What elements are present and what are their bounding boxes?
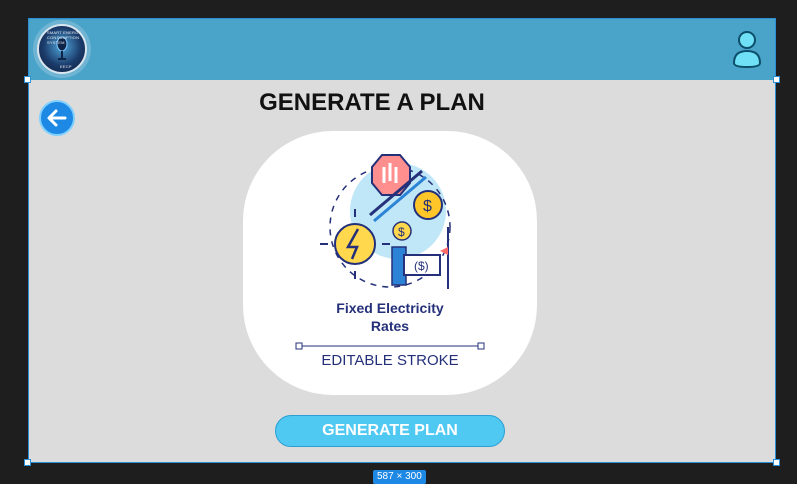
user-icon (732, 31, 762, 69)
svg-text:$: $ (423, 198, 432, 215)
svg-text:$: $ (398, 225, 405, 239)
app-frame: SMART ENERGY CONSUMPTION SYSTEM EECP GEN… (28, 18, 776, 463)
card-caption-line2: Rates (370, 318, 410, 334)
editable-stroke-line (295, 342, 485, 350)
card-caption-line1: Fixed Electricity (336, 300, 444, 316)
fixed-electricity-rates-icon: $ $ ($) (320, 154, 451, 289)
app-logo[interactable]: SMART ENERGY CONSUMPTION SYSTEM EECP (33, 20, 91, 78)
resize-handle-bottom-left[interactable] (24, 459, 31, 466)
svg-text:($): ($) (414, 259, 429, 273)
card-footer: EDITABLE STROKE (321, 352, 459, 369)
plan-illustration-card: $ $ ($) Fixed Electricity Rates EDITABLE… (243, 131, 537, 395)
generate-plan-button[interactable]: GENERATE PLAN (275, 415, 505, 447)
logo-text-top: SMART ENERGY CONSUMPTION SYSTEM (47, 30, 82, 45)
resize-handle-bottom-right[interactable] (773, 459, 780, 466)
user-profile-button[interactable] (731, 29, 763, 69)
page-title: GENERATE A PLAN (259, 89, 485, 116)
logo-text-bottom: EECP (60, 64, 72, 69)
logo-emblem: SMART ENERGY CONSUMPTION SYSTEM EECP (37, 24, 87, 74)
top-header: SMART ENERGY CONSUMPTION SYSTEM EECP (29, 19, 775, 80)
resize-handle-top-right[interactable] (773, 76, 780, 83)
resize-handle-top-left[interactable] (24, 76, 31, 83)
